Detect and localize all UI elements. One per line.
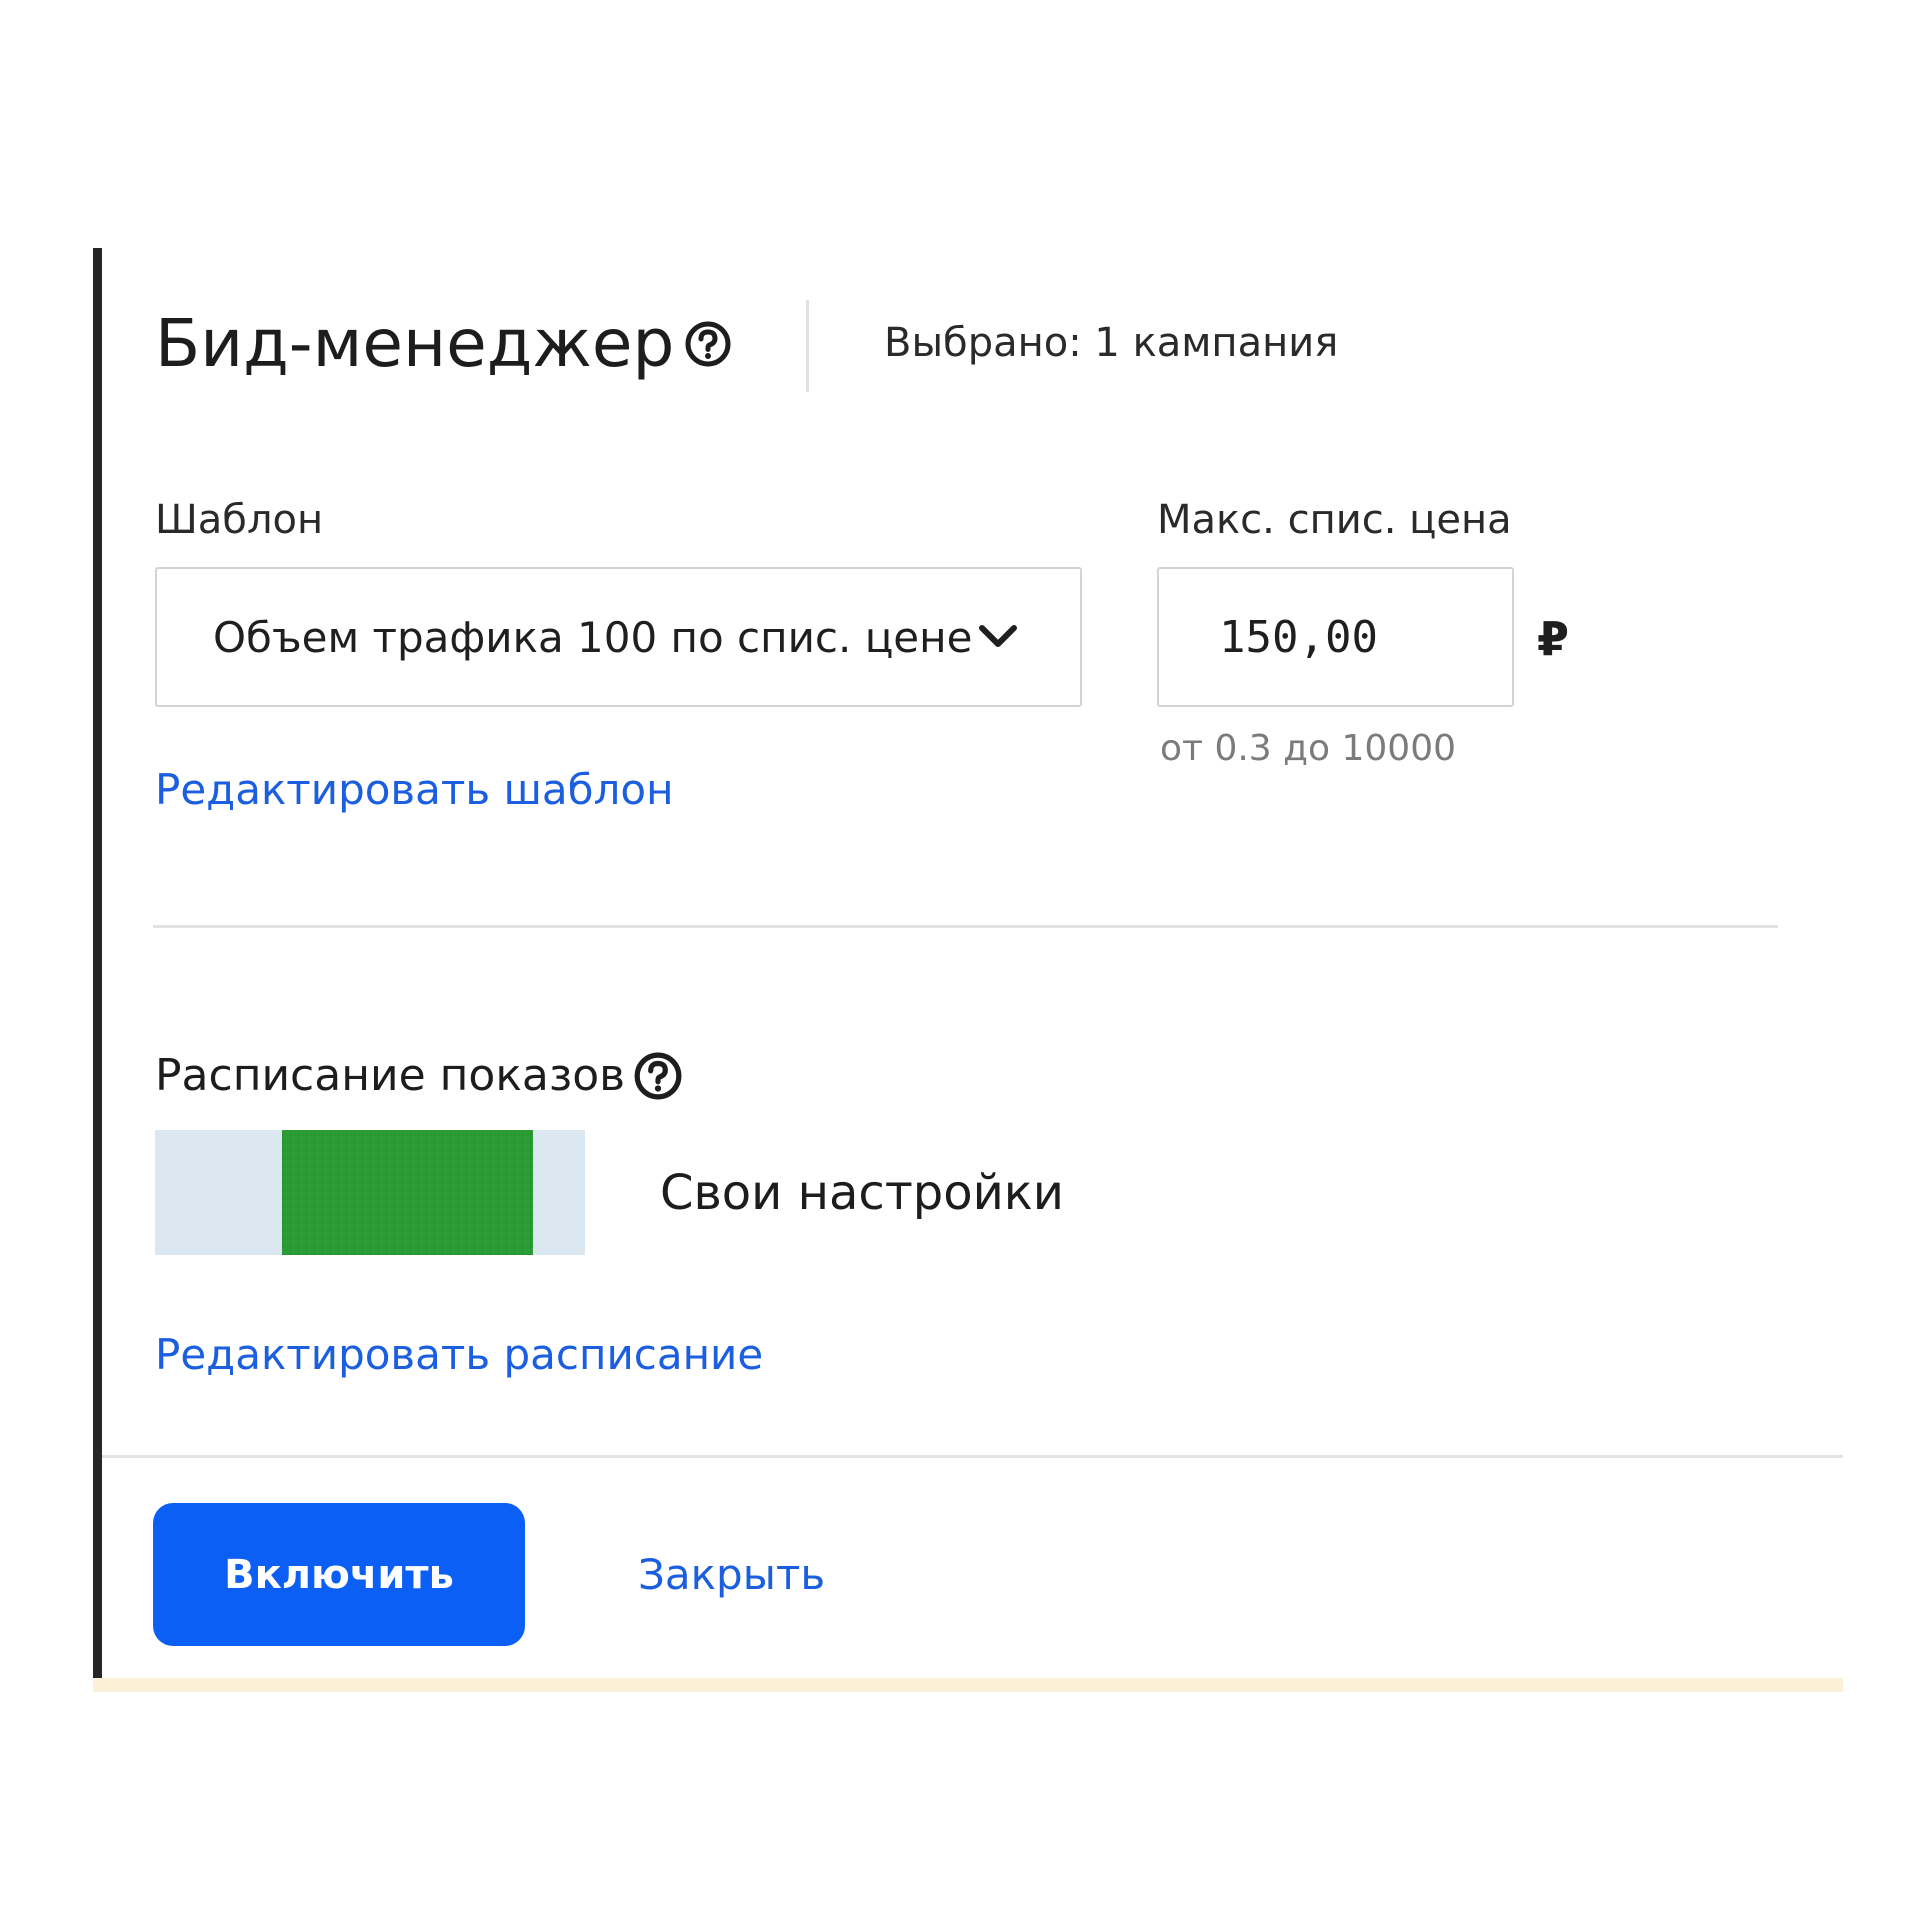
chevron-down-icon [978, 624, 1018, 650]
question-circle-icon[interactable] [633, 1051, 683, 1101]
template-select-value: Объем трафика 100 по спис. цене [213, 612, 973, 662]
edit-template-link[interactable]: Редактировать шаблон [155, 765, 674, 814]
header-divider [806, 300, 809, 392]
template-select[interactable]: Объем трафика 100 по спис. цене [155, 567, 1082, 707]
close-link[interactable]: Закрыть [638, 1550, 825, 1599]
bid-manager-panel [93, 248, 1843, 1690]
schedule-mode: Свои настройки [660, 1165, 1064, 1221]
page-title-text: Бид-менеджер [155, 305, 675, 382]
footer-divider [102, 1455, 1843, 1458]
selected-campaigns-count: Выбрано: 1 кампания [884, 320, 1339, 366]
schedule-title-text: Расписание показов [155, 1050, 626, 1101]
enable-button[interactable]: Включить [153, 1503, 525, 1646]
panel-left-border [93, 248, 102, 1680]
currency-symbol: ₽ [1537, 612, 1570, 666]
edit-schedule-link[interactable]: Редактировать расписание [155, 1330, 763, 1379]
max-price-label: Макс. спис. цена [1157, 497, 1512, 543]
question-circle-icon[interactable] [684, 320, 732, 368]
schedule-preview [155, 1130, 585, 1255]
panel-bottom-strip [93, 1678, 1843, 1692]
section-divider [153, 925, 1778, 928]
schedule-title: Расписание показов [155, 1050, 683, 1101]
page-title: Бид-менеджер [155, 305, 732, 382]
schedule-active-range [281, 1130, 534, 1255]
max-price-input[interactable] [1157, 567, 1514, 707]
max-price-hint: от 0.3 до 10000 [1160, 728, 1457, 769]
template-label: Шаблон [155, 497, 324, 543]
